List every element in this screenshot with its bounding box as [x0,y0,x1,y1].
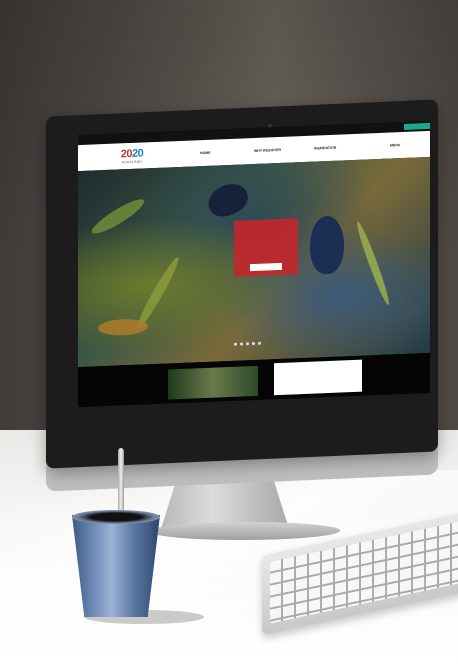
photo-scene: 2020 AUCKLAND HOME WHY REGISTER INSPIRAT… [0,0,458,664]
hero-banner [78,156,430,368]
tui-bird [204,178,252,222]
promo-register-button[interactable] [250,262,282,272]
flax-leaf [353,220,393,307]
promo-title [238,222,294,224]
promo-text [238,224,294,226]
promo-box [234,218,298,277]
carousel-dot[interactable] [234,342,237,346]
carousel-dot[interactable] [258,341,261,345]
carousel-dot[interactable] [246,342,249,346]
flax-leaf [133,255,183,331]
nav-item-why-register[interactable]: WHY REGISTER [254,148,281,153]
logo-subtitle: AUCKLAND [121,158,143,164]
carousel-dot[interactable] [240,342,243,346]
flax-leaf [88,194,148,239]
carousel-dot[interactable] [252,341,255,346]
section-thumbnail[interactable] [168,365,258,400]
card-text [277,363,359,366]
nav-item-inspiration[interactable]: INSPIRATION [314,146,336,151]
flower-cluster [98,318,148,337]
card-title [277,363,359,366]
cup-rim [72,510,160,524]
monitor-screen: 2020 AUCKLAND HOME WHY REGISTER INSPIRAT… [78,120,430,408]
nav-item-home[interactable]: HOME [200,151,211,155]
site-logo[interactable]: 2020 AUCKLAND [114,144,150,167]
info-card [274,359,362,396]
blue-cup [72,515,160,617]
carousel-dots [234,341,261,346]
nav-item-menu[interactable]: MENU [390,143,400,147]
register-button[interactable] [404,122,430,130]
tui-bird [310,215,344,275]
